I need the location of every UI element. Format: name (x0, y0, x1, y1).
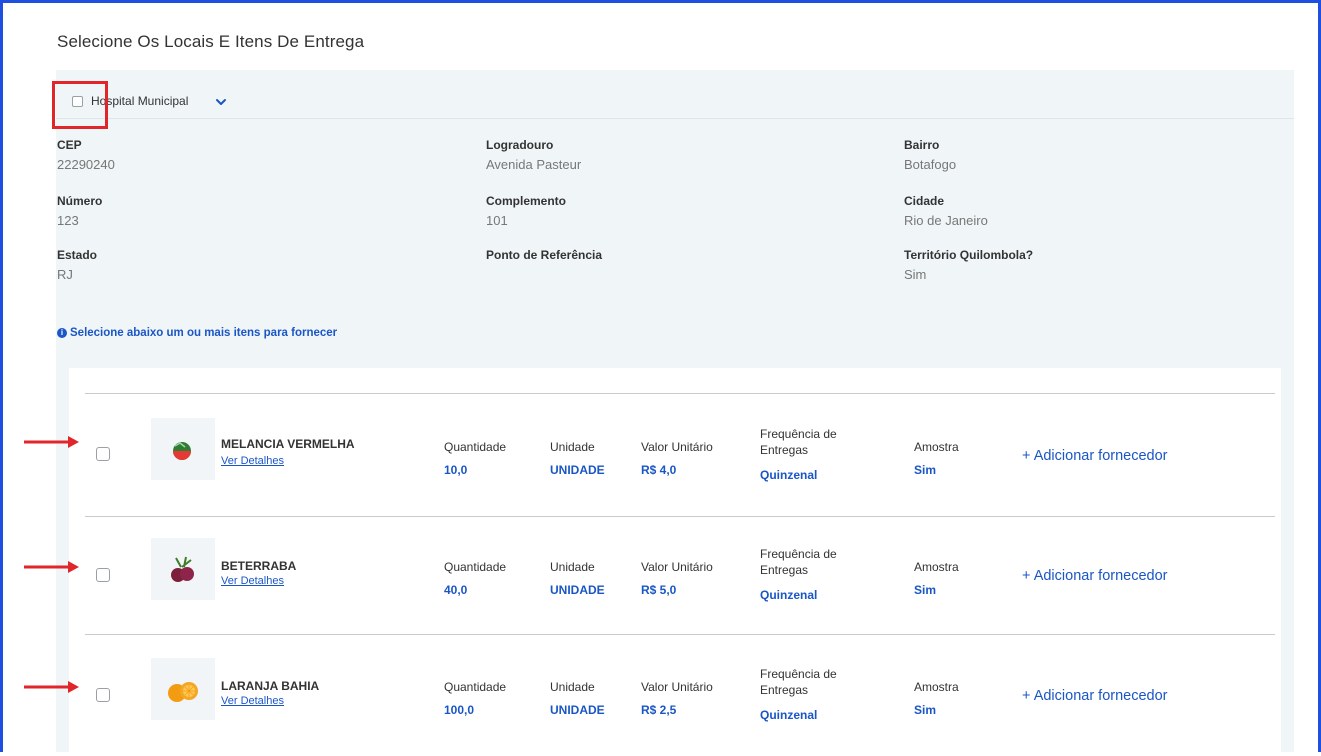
beetroot-icon (171, 556, 194, 582)
item-thumbnail (151, 538, 215, 600)
field-estado: Estado RJ (57, 248, 97, 282)
item-checkbox[interactable] (96, 688, 110, 702)
frequencia-value: Quinzenal (760, 468, 818, 482)
field-ponto-referencia: Ponto de Referência (486, 248, 602, 267)
unidade-value: UNIDADE (550, 703, 605, 717)
item-name: BETERRABA (221, 559, 297, 573)
list-item: BETERRABA Ver Detalhes Quantidade 40,0 U… (69, 526, 1281, 636)
item-name: LARANJA BAHIA (221, 679, 320, 693)
add-supplier-button[interactable]: + Adicionar fornecedor (1022, 688, 1168, 704)
header-divider (56, 118, 1294, 119)
unidade-label: Unidade (550, 680, 595, 694)
chevron-down-icon[interactable] (214, 95, 228, 109)
amostra-label: Amostra (914, 440, 959, 454)
watermelon-icon (173, 442, 191, 460)
add-supplier-button[interactable]: + Adicionar fornecedor (1022, 568, 1168, 584)
field-ponto-label: Ponto de Referência (486, 248, 603, 262)
field-bairro: Bairro Botafogo (904, 138, 956, 172)
field-complemento: Complemento 101 (486, 194, 566, 228)
info-message: i Selecione abaixo um ou mais itens para… (57, 327, 337, 339)
item-thumbnail (151, 418, 215, 480)
item-details-link[interactable]: Ver Detalhes (221, 575, 284, 587)
items-divider (85, 516, 1275, 517)
quantidade-value: 10,0 (444, 463, 468, 477)
field-bairro-value: Botafogo (904, 157, 957, 172)
frequencia-value: Quinzenal (760, 588, 818, 602)
field-cidade: Cidade Rio de Janeiro (904, 194, 988, 228)
red-arrow-icon (24, 681, 79, 693)
add-supplier-button[interactable]: + Adicionar fornecedor (1022, 448, 1168, 464)
frequencia-label-1: Frequência de (760, 667, 837, 681)
info-icon: i (57, 328, 67, 338)
field-quilombola: Território Quilombola? Sim (904, 248, 1033, 282)
page-title: Selecione Os Locais E Itens De Entrega (57, 32, 365, 51)
field-estado-value: RJ (57, 267, 73, 282)
field-bairro-label: Bairro (904, 138, 940, 152)
amostra-value: Sim (914, 583, 937, 597)
field-quilombola-label: Território Quilombola? (904, 248, 1034, 262)
amostra-label: Amostra (914, 560, 959, 574)
info-text: Selecione abaixo um ou mais itens para f… (70, 327, 338, 339)
field-numero-value: 123 (57, 213, 79, 228)
item-checkbox[interactable] (96, 568, 110, 582)
field-complemento-value: 101 (486, 213, 508, 228)
highlight-box (52, 81, 108, 129)
valor-value: R$ 2,5 (641, 703, 677, 717)
items-divider (85, 393, 1275, 394)
item-details-link[interactable]: Ver Detalhes (221, 455, 284, 467)
field-numero: Número 123 (57, 194, 102, 228)
field-complemento-label: Complemento (486, 194, 567, 208)
field-cep-label: CEP (57, 138, 82, 152)
list-item: MELANCIA VERMELHA Ver Detalhes Quantidad… (69, 406, 1281, 516)
valor-label: Valor Unitário (641, 680, 713, 694)
frequencia-label-2: Entregas (760, 563, 809, 577)
quantidade-value: 40,0 (444, 583, 468, 597)
unidade-value: UNIDADE (550, 463, 605, 477)
field-cep-value: 22290240 (57, 157, 115, 172)
red-arrow-icon (24, 561, 79, 573)
item-name: MELANCIA VERMELHA (221, 437, 355, 451)
item-thumbnail (151, 658, 215, 720)
items-divider (85, 634, 1275, 635)
amostra-label: Amostra (914, 680, 959, 694)
frequencia-label-2: Entregas (760, 443, 809, 457)
item-details-link[interactable]: Ver Detalhes (221, 695, 284, 707)
valor-value: R$ 5,0 (641, 583, 677, 597)
quantidade-label: Quantidade (444, 680, 507, 694)
field-quilombola-value: Sim (904, 267, 927, 282)
quantidade-label: Quantidade (444, 440, 507, 454)
frequencia-label-1: Frequência de (760, 547, 837, 561)
field-estado-label: Estado (57, 248, 98, 262)
frequencia-value: Quinzenal (760, 708, 818, 722)
field-logradouro-value: Avenida Pasteur (486, 157, 582, 172)
valor-label: Valor Unitário (641, 440, 713, 454)
unidade-value: UNIDADE (550, 583, 605, 597)
valor-value: R$ 4,0 (641, 463, 677, 477)
red-arrow-icon (24, 436, 79, 448)
unidade-label: Unidade (550, 560, 595, 574)
field-logradouro: Logradouro Avenida Pasteur (486, 138, 581, 172)
item-checkbox[interactable] (96, 447, 110, 461)
unidade-label: Unidade (550, 440, 595, 454)
items-card: MELANCIA VERMELHA Ver Detalhes Quantidad… (69, 368, 1281, 752)
location-header[interactable]: Hospital Municipal (56, 70, 1294, 120)
field-cep: CEP 22290240 (57, 138, 115, 172)
field-numero-label: Número (57, 194, 103, 208)
frequencia-label-2: Entregas (760, 683, 809, 697)
orange-icon (168, 682, 198, 702)
quantidade-label: Quantidade (444, 560, 507, 574)
field-cidade-label: Cidade (904, 194, 945, 208)
field-logradouro-label: Logradouro (486, 138, 554, 152)
field-cidade-value: Rio de Janeiro (904, 213, 988, 228)
amostra-value: Sim (914, 703, 937, 717)
quantidade-value: 100,0 (444, 703, 475, 717)
amostra-value: Sim (914, 463, 937, 477)
location-panel: Hospital Municipal CEP 22290240 Logradou… (56, 70, 1294, 752)
valor-label: Valor Unitário (641, 560, 713, 574)
list-item: LARANJA BAHIA Ver Detalhes Quantidade 10… (69, 646, 1281, 756)
frequencia-label-1: Frequência de (760, 427, 837, 441)
